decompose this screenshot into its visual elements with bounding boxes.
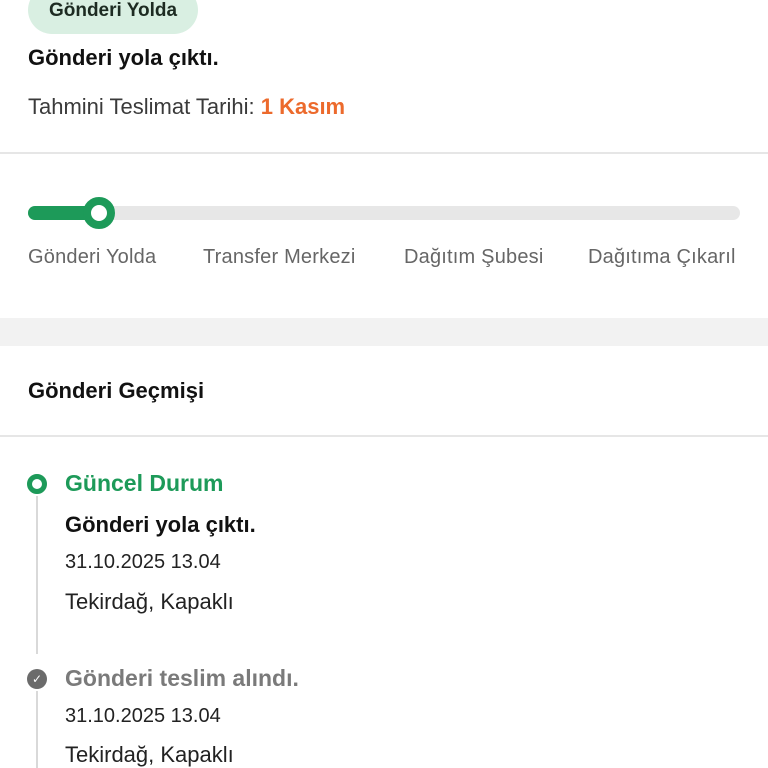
check-circle-icon: ✓ [27,669,47,689]
step-label: Dağıtıma Çıkarıl [588,246,736,268]
current-status-ring-icon [27,474,47,494]
progress-steps: Gönderi Yolda Transfer Merkezi Dağıtım Ş… [28,246,768,276]
event-label: Güncel Durum [65,470,224,496]
section-separator [0,318,768,346]
timeline-line [36,496,38,654]
eta-label: Tahmini Teslimat Tarihi: [28,94,255,119]
event-title: Gönderi yola çıktı. [65,512,256,537]
event-location: Tekirdağ, Kapaklı [65,742,234,767]
step-label: Transfer Merkezi [203,246,356,268]
progress-track [28,206,740,220]
eta-date: 1 Kasım [260,94,346,119]
estimated-delivery: Tahmini Teslimat Tarihi: 1 Kasım [28,94,345,120]
event-datetime: 31.10.2025 13.04 [65,705,221,727]
step-label: Dağıtım Şubesi [404,246,544,268]
event-datetime: 31.10.2025 13.04 [65,551,221,573]
history-title: Gönderi Geçmişi [28,378,205,403]
timeline-line [36,691,38,768]
divider [0,435,768,437]
step-label: Gönderi Yolda [28,246,157,268]
divider [0,152,768,154]
event-label: Gönderi teslim alındı. [65,665,299,691]
event-location: Tekirdağ, Kapaklı [65,589,234,614]
status-title: Gönderi yola çıktı. [28,45,219,70]
status-badge: Gönderi Yolda [28,0,198,34]
progress-knob [83,197,116,229]
